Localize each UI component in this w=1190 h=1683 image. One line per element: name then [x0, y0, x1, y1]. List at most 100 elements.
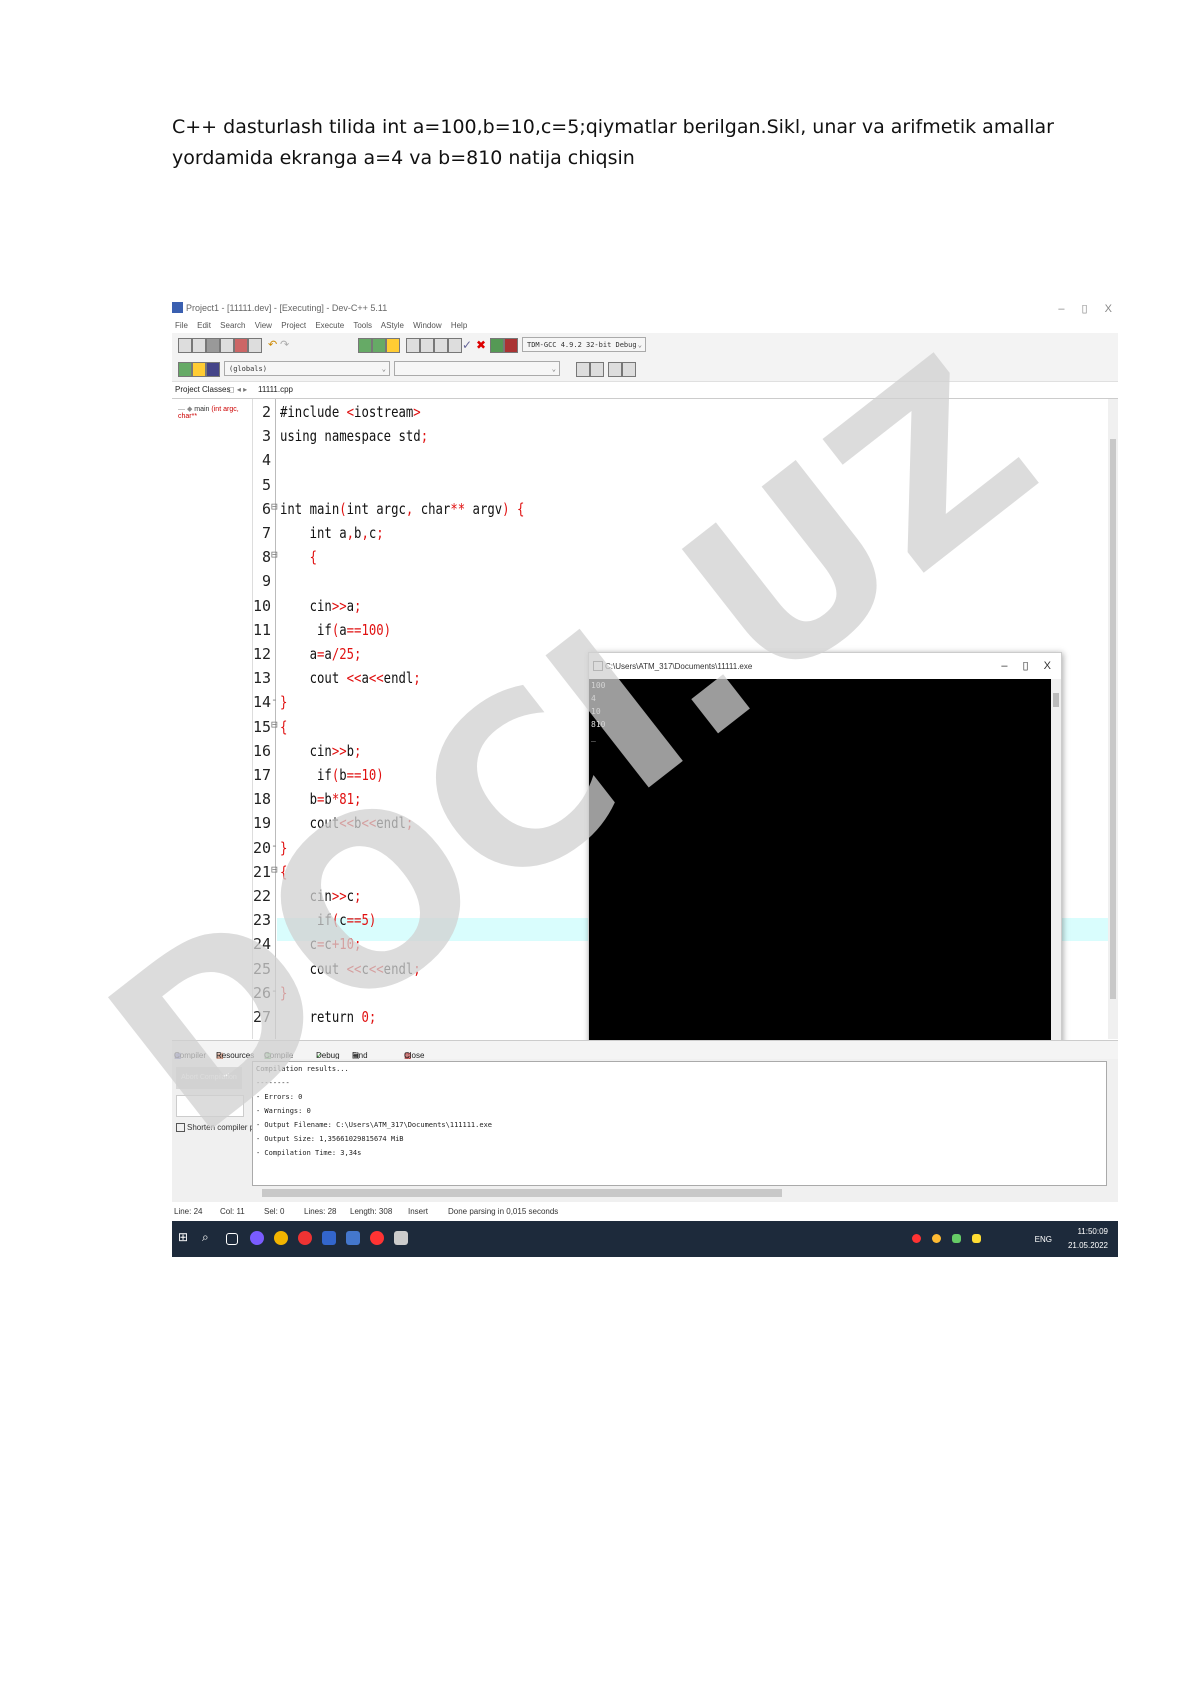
language-indicator[interactable]: ENG	[1035, 1233, 1052, 1247]
scope-select[interactable]: (globals) ⌄	[224, 361, 390, 376]
toggle-icon[interactable]	[622, 362, 636, 377]
new-project-icon[interactable]	[192, 362, 206, 377]
goto-definition-icon[interactable]	[590, 362, 604, 377]
minimize-button[interactable]: –	[1058, 303, 1064, 315]
code-line[interactable]: 8 ⊟ {	[253, 548, 1113, 572]
menu-astyle[interactable]: AStyle	[381, 321, 404, 330]
compile-icon[interactable]	[406, 338, 420, 353]
code-line[interactable]: 7 int a,b,c;	[253, 524, 1113, 548]
profile-icon[interactable]	[490, 338, 504, 353]
tab-nav-arrows[interactable]: ◻ ◂ ▸	[228, 385, 247, 394]
console-line: 100	[591, 681, 606, 690]
line-number: 6	[261, 499, 271, 518]
run-icon[interactable]	[420, 338, 434, 353]
syntax-check-icon[interactable]: ✓	[462, 338, 474, 352]
console-scrollbar[interactable]	[1051, 679, 1061, 1102]
maximize-button[interactable]: ▯	[1082, 303, 1088, 315]
status-mode: Insert	[408, 1207, 429, 1216]
menu-search[interactable]: Search	[220, 321, 245, 330]
console-close-button[interactable]: X	[1044, 660, 1051, 672]
menu-execute[interactable]: Execute	[315, 321, 344, 330]
undo-icon[interactable]: ↶	[268, 338, 280, 351]
code-line[interactable]: 5	[253, 476, 1113, 500]
opera-icon[interactable]	[298, 1231, 312, 1245]
devcpp-taskbar-icon[interactable]	[322, 1231, 336, 1245]
fold-marker[interactable]: -	[271, 693, 278, 706]
line-number: 12	[253, 645, 272, 663]
fold-marker[interactable]: ⊟	[271, 863, 278, 876]
line-number: 10	[253, 596, 272, 615]
close-file-icon[interactable]	[234, 338, 248, 353]
clock-date[interactable]: 21.05.2022	[1068, 1239, 1108, 1253]
tab-project[interactable]: Project	[175, 385, 200, 394]
code-line[interactable]: 10 cin>>a;	[253, 597, 1113, 621]
menu-view[interactable]: View	[255, 321, 272, 330]
console-maximize-button[interactable]: ▯	[1023, 660, 1029, 672]
fold-marker[interactable]: ⊟	[271, 718, 278, 731]
fold-marker[interactable]: ⊟	[271, 548, 278, 561]
menu-window[interactable]: Window	[413, 321, 441, 330]
search-icon[interactable]: ⌕	[202, 1230, 216, 1244]
console-minimize-button[interactable]: –	[1001, 660, 1007, 672]
windows-start-icon[interactable]: ⊞	[178, 1230, 192, 1244]
menu-edit[interactable]: Edit	[197, 321, 211, 330]
code-line[interactable]: 3 using namespace std;	[253, 427, 1113, 451]
indent-icon[interactable]	[358, 338, 372, 353]
compiler-select[interactable]: TDM-GCC 4.9.2 32-bit Debug ⌄	[522, 337, 646, 352]
task-view-icon[interactable]	[226, 1233, 238, 1245]
clock-time[interactable]: 11:50:09	[1068, 1225, 1108, 1239]
abort-compilation-button[interactable]: Abort Compilation	[176, 1067, 242, 1089]
insert-icon[interactable]	[608, 362, 622, 377]
menu-help[interactable]: Help	[451, 321, 467, 330]
new-class-icon[interactable]	[178, 362, 192, 377]
bookmark-icon[interactable]	[386, 338, 400, 353]
tray-app-icon[interactable]	[952, 1234, 961, 1243]
tab-file[interactable]: 11111.cpp	[256, 385, 295, 394]
console-window[interactable]: C:\Users\ATM_317\Documents\11111.exe – ▯…	[588, 652, 1062, 1103]
yandex-icon[interactable]	[370, 1231, 384, 1245]
save-all-icon[interactable]	[220, 338, 234, 353]
redo-icon[interactable]: ↷	[280, 338, 292, 351]
line-number: 15	[253, 717, 272, 736]
function-select[interactable]: ⌄	[394, 361, 560, 376]
stop-execution-icon[interactable]: ✖	[476, 338, 488, 352]
console-taskbar-icon[interactable]	[394, 1231, 408, 1245]
code-line[interactable]: 4	[253, 451, 1113, 475]
tab-classes[interactable]: Classes	[202, 385, 230, 394]
editor-scrollbar[interactable]	[1108, 399, 1118, 1039]
line-number: 9	[261, 572, 271, 591]
browser-app-icon[interactable]	[250, 1231, 264, 1245]
menu-file[interactable]: File	[175, 321, 188, 330]
window-title: Project1 - [11111.dev] - [Executing] - D…	[186, 303, 388, 313]
class-tree-item-main[interactable]: — ◆ main (int argc, char**	[178, 405, 252, 420]
menu-tools[interactable]: Tools	[353, 321, 372, 330]
new-file-icon[interactable]	[178, 338, 192, 353]
compile-run-icon[interactable]	[434, 338, 448, 353]
log-line: - Output Filename: C:\Users\ATM_317\Docu…	[256, 1121, 493, 1129]
tray-app-icon[interactable]	[972, 1234, 981, 1243]
project-options-icon[interactable]	[206, 362, 220, 377]
rebuild-icon[interactable]	[448, 338, 462, 353]
tray-app-icon[interactable]	[932, 1234, 941, 1243]
open-file-icon[interactable]	[192, 338, 206, 353]
code-line[interactable]: 2 #include <iostream>	[253, 403, 1113, 427]
log-horizontal-scrollbar[interactable]	[252, 1186, 1107, 1200]
tray-app-icon[interactable]	[912, 1234, 921, 1243]
print-icon[interactable]	[248, 338, 262, 353]
save-icon[interactable]	[206, 338, 220, 353]
delete-profile-icon[interactable]	[504, 338, 518, 353]
menu-project[interactable]: Project	[281, 321, 306, 330]
console-window-controls: – ▯ X	[1001, 659, 1051, 672]
fold-marker[interactable]: ⊟	[271, 500, 278, 513]
code-line[interactable]: 6 ⊟ int main(int argc, char** argv) {	[253, 500, 1113, 524]
close-button[interactable]: X	[1105, 303, 1112, 315]
code-editor[interactable]: 2 #include <iostream> 3 using namespace std…	[253, 399, 1118, 1103]
code-line[interactable]: 11 if(a==100)	[253, 621, 1113, 645]
code-line[interactable]: 9	[253, 572, 1113, 596]
chrome-icon[interactable]	[274, 1231, 288, 1245]
unindent-icon[interactable]	[372, 338, 386, 353]
fold-marker[interactable]: -	[271, 839, 278, 852]
store-icon[interactable]	[346, 1231, 360, 1245]
fold-marker[interactable]: -	[271, 984, 278, 997]
goto-declaration-icon[interactable]	[576, 362, 590, 377]
